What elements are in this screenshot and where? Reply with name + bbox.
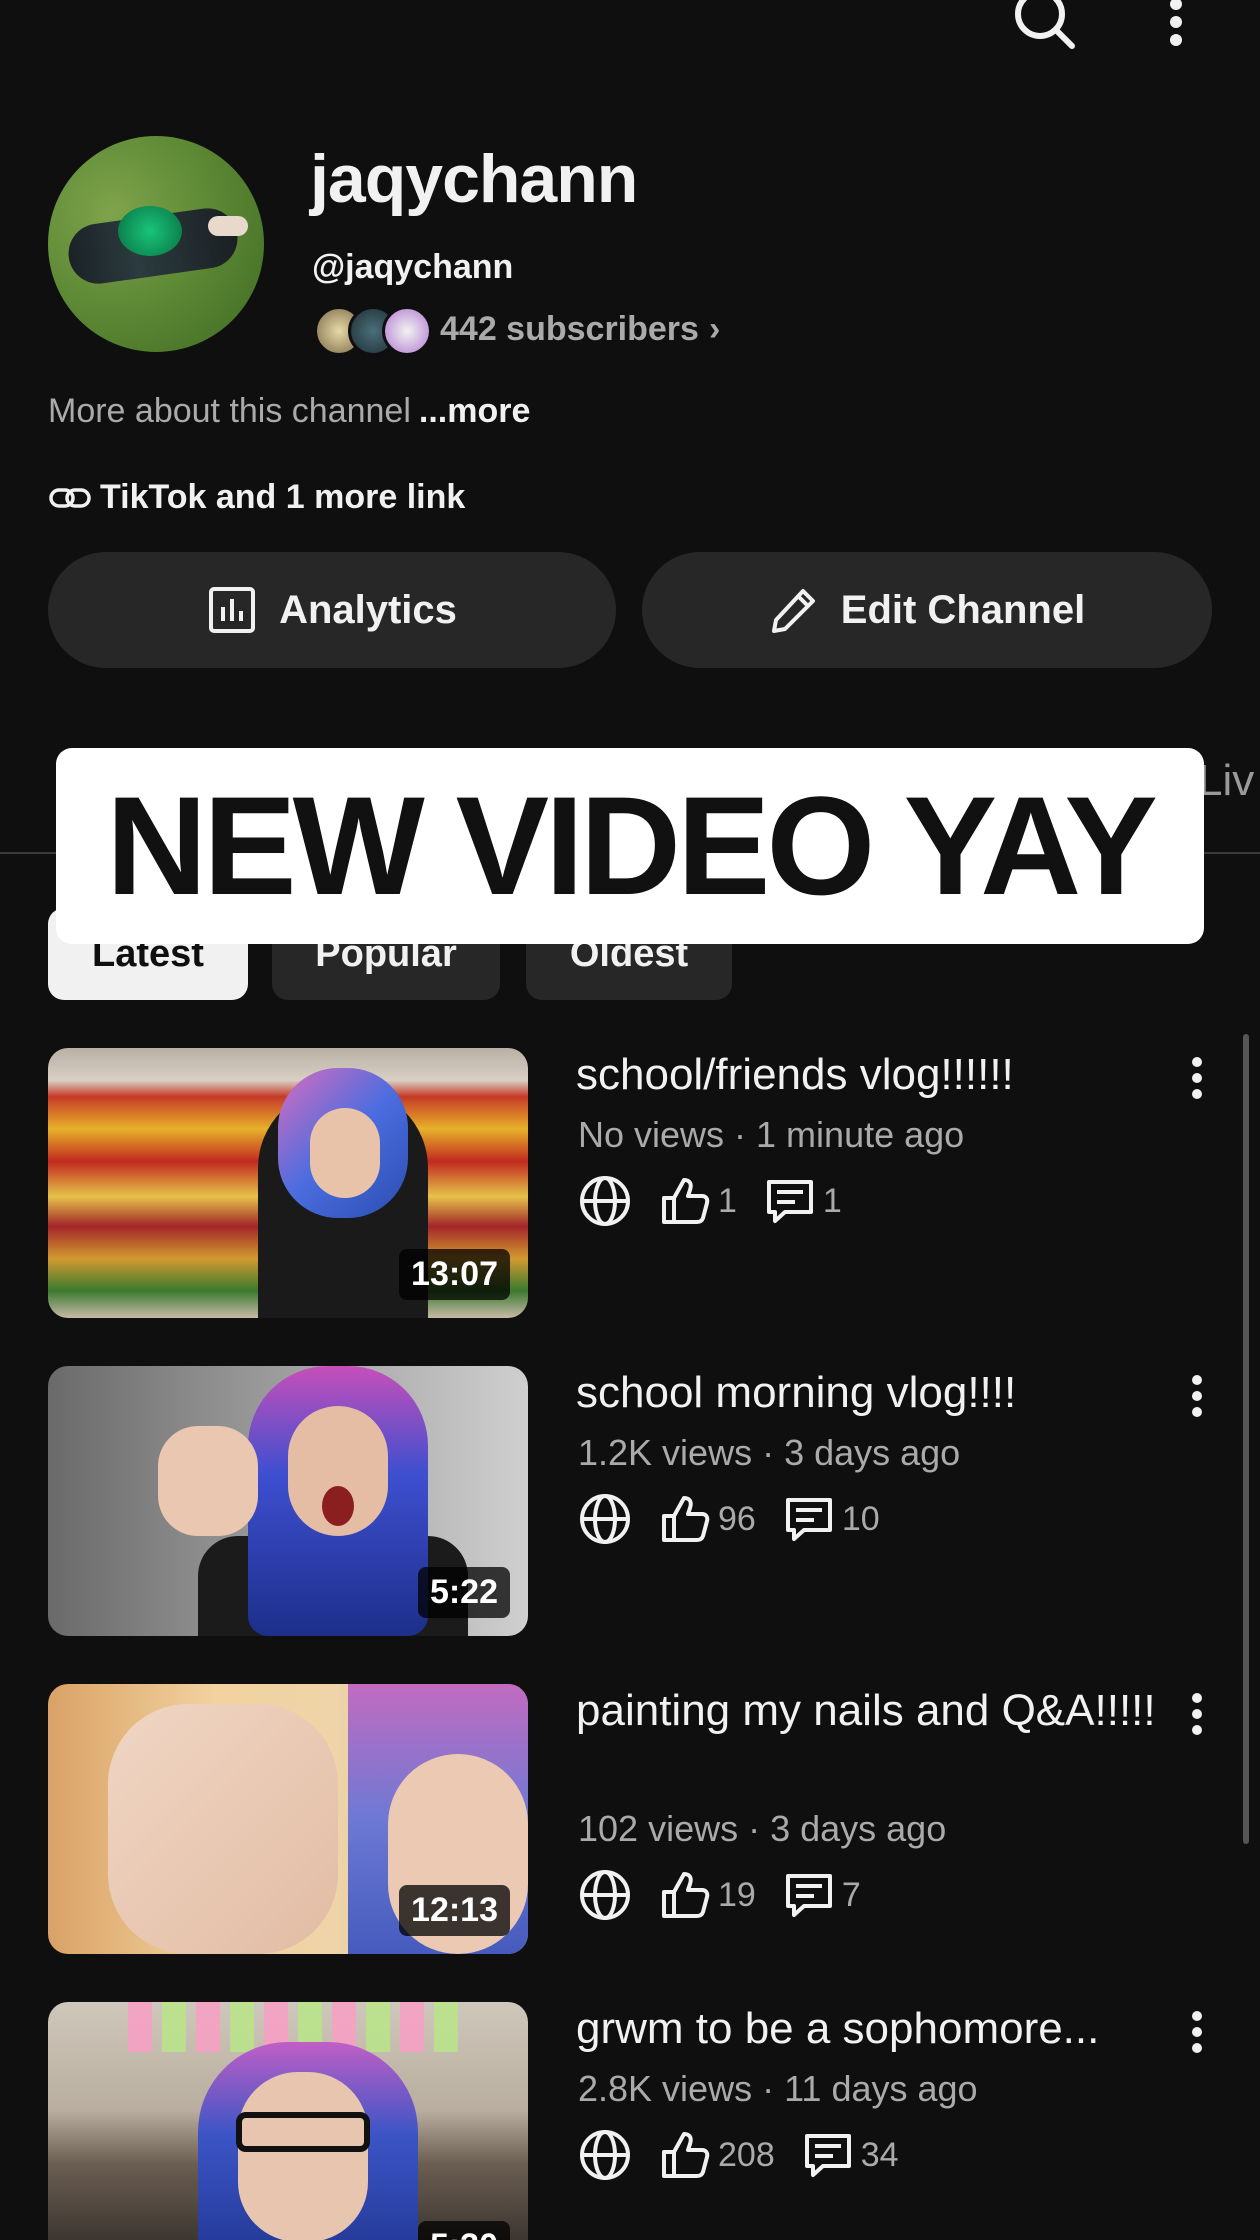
analytics-label: Analytics — [279, 587, 457, 632]
link-icon — [49, 487, 91, 508]
video-title[interactable]: grwm to be a sophomore... — [576, 2002, 1216, 2056]
thumbnail-face — [310, 1108, 380, 1198]
overlay-text: NEW VIDEO YAY — [106, 767, 1158, 924]
comments-stat: 7 — [782, 1868, 861, 1922]
comment-icon — [785, 1874, 832, 1917]
comment-icon — [804, 2134, 851, 2177]
bar-chart-icon — [209, 587, 256, 633]
comments-stat: 1 — [763, 1174, 842, 1228]
likes-stat: 19 — [658, 1868, 756, 1922]
comments-stat: 34 — [801, 2128, 899, 2182]
thumbnail-face — [238, 2072, 368, 2240]
video-menu-icon[interactable] — [1182, 2008, 1212, 2058]
video-stats: 1 1 — [578, 1174, 842, 1228]
video-item[interactable]: 13:07 school/friends vlog!!!!!! No views… — [48, 1048, 1212, 1318]
video-duration: 12:13 — [399, 1885, 510, 1936]
tab-live[interactable]: Liv — [1198, 756, 1254, 806]
channel-handle: @jaqychann — [312, 248, 514, 286]
top-bar — [0, 0, 1260, 60]
more-vert-icon[interactable] — [1158, 0, 1194, 54]
video-menu-icon[interactable] — [1182, 1054, 1212, 1104]
video-meta: 2.8K views · 11 days ago — [578, 2068, 978, 2109]
subscriber-count-text: 442 subscribers — [440, 310, 699, 348]
thumbs-up-icon — [662, 1496, 710, 1542]
video-duration: 5:30 — [417, 2221, 510, 2240]
video-meta: 102 views · 3 days ago — [578, 1808, 947, 1849]
globe-icon — [580, 1494, 630, 1544]
text-overlay-banner: NEW VIDEO YAY — [56, 748, 1204, 944]
globe-icon — [580, 2130, 630, 2180]
pencil-icon — [771, 589, 815, 633]
edit-channel-button[interactable]: Edit Channel — [642, 552, 1212, 668]
comments-count: 34 — [860, 2135, 899, 2174]
scrollbar[interactable] — [1243, 1034, 1249, 1844]
edit-channel-label: Edit Channel — [840, 587, 1086, 632]
chevron-right-icon: › — [708, 310, 721, 348]
thumbs-up-icon — [662, 1872, 710, 1918]
about-channel[interactable]: More about this channel ...more — [48, 392, 530, 431]
video-duration: 5:22 — [417, 1567, 510, 1618]
video-meta: 1.2K views · 3 days ago — [578, 1432, 961, 1473]
video-thumbnail[interactable]: 13:07 — [48, 1048, 528, 1318]
likes-stat: 208 — [658, 2128, 775, 2182]
video-menu-icon[interactable] — [1182, 1690, 1212, 1740]
video-thumbnail[interactable]: 5:22 — [48, 1366, 528, 1636]
video-menu-icon[interactable] — [1182, 1372, 1212, 1422]
globe-icon — [580, 1176, 630, 1226]
video-item[interactable]: 5:22 school morning vlog!!!! 1.2K views … — [48, 1366, 1212, 1636]
video-thumbnail[interactable]: 12:13 — [48, 1684, 528, 1954]
video-title[interactable]: school morning vlog!!!! — [576, 1366, 1216, 1420]
thumbs-up-icon — [662, 1178, 710, 1224]
video-title[interactable]: school/friends vlog!!!!!! — [576, 1048, 1216, 1102]
comments-stat: 10 — [782, 1492, 880, 1546]
video-stats: 19 7 — [578, 1868, 861, 1922]
video-item[interactable]: 12:13 painting my nails and Q&A!!!!! 102… — [48, 1684, 1212, 1954]
likes-count: 208 — [718, 2135, 775, 2174]
channel-links[interactable]: TikTok and 1 more link — [48, 478, 465, 517]
channel-links-text: TikTok and 1 more link — [100, 478, 466, 516]
likes-stat: 1 — [658, 1174, 737, 1228]
avatar-hair — [118, 206, 182, 256]
comment-icon — [785, 1498, 832, 1541]
likes-count: 1 — [718, 1181, 737, 1220]
thumbs-up-icon — [662, 2132, 710, 2178]
video-title[interactable]: painting my nails and Q&A!!!!! — [576, 1684, 1216, 1738]
thumbnail-hand — [158, 1426, 258, 1536]
search-icon[interactable] — [1010, 0, 1076, 54]
thumbnail-mouth — [322, 1486, 354, 1526]
likes-count: 96 — [718, 1499, 756, 1538]
likes-count: 19 — [718, 1875, 756, 1914]
globe-icon — [580, 1870, 630, 1920]
video-stats: 208 34 — [578, 2128, 899, 2182]
subscriber-count[interactable]: 442 subscribers › — [440, 310, 720, 349]
analytics-button[interactable]: Analytics — [48, 552, 616, 668]
subscriber-avatars — [314, 306, 434, 356]
subscriber-avatar — [382, 306, 432, 356]
channel-name: jaqychann — [310, 141, 638, 217]
video-meta: No views · 1 minute ago — [578, 1114, 965, 1155]
video-stats: 96 10 — [578, 1492, 880, 1546]
video-item[interactable]: 5:30 grwm to be a sophomore... 2.8K view… — [48, 2002, 1212, 2240]
comments-count: 1 — [822, 1181, 842, 1220]
comments-count: 10 — [841, 1499, 880, 1538]
channel-avatar[interactable] — [48, 136, 264, 352]
video-duration: 13:07 — [399, 1249, 510, 1300]
about-text: More about this channel — [48, 392, 411, 430]
video-thumbnail[interactable]: 5:30 — [48, 2002, 528, 2240]
comments-count: 7 — [841, 1875, 861, 1914]
thumbnail-glasses — [236, 2112, 370, 2152]
thumbnail-hand — [108, 1704, 338, 1954]
comment-icon — [766, 1180, 813, 1223]
likes-stat: 96 — [658, 1492, 756, 1546]
avatar-hand — [208, 216, 248, 236]
about-more-link[interactable]: ...more — [419, 392, 530, 430]
